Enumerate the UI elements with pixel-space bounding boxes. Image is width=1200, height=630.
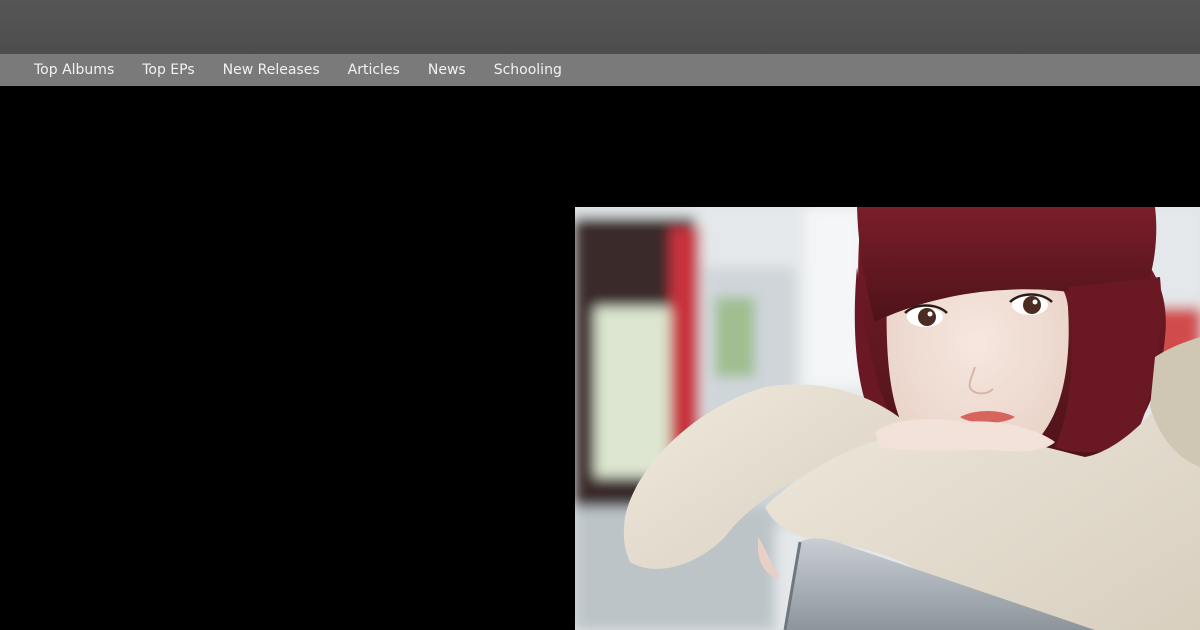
hero-image[interactable]: [575, 207, 1200, 630]
site-header: [0, 0, 1200, 54]
nav-item-new-releases[interactable]: New Releases: [209, 54, 334, 86]
nav-item-top-eps[interactable]: Top EPs: [128, 54, 208, 86]
portrait-photo: [575, 207, 1200, 630]
nav-item-schooling[interactable]: Schooling: [480, 54, 576, 86]
nav-item-articles[interactable]: Articles: [334, 54, 414, 86]
main-nav: Top Albums Top EPs New Releases Articles…: [0, 54, 1200, 86]
nav-item-news[interactable]: News: [414, 54, 480, 86]
nav-item-top-albums[interactable]: Top Albums: [20, 54, 128, 86]
